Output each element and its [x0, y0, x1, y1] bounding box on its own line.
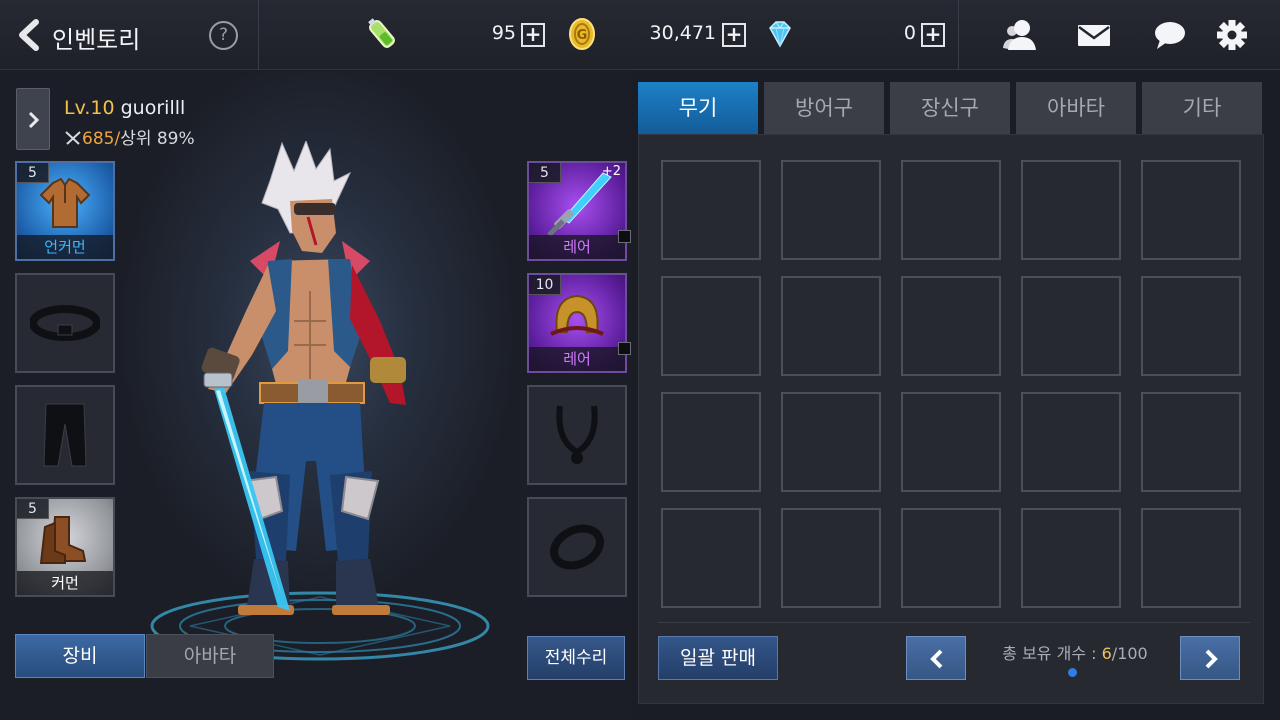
chevron-left-icon — [930, 649, 943, 669]
inventory-slot[interactable] — [1141, 392, 1241, 492]
character-figure — [201, 141, 406, 615]
inventory-slot[interactable] — [661, 392, 761, 492]
crossed-swords-icon — [65, 131, 81, 145]
stamina-value: 95 — [491, 22, 516, 44]
equipment-tab-button[interactable]: 장비 — [15, 634, 145, 678]
gold-value: 30,471 — [649, 22, 716, 44]
character-panel: Lv.10 guorilll 685/상위 89% 5 언커먼 5 커먼 5 +… — [0, 71, 632, 720]
inventory-slot[interactable] — [901, 160, 1001, 260]
power-value: 685/ — [82, 129, 121, 149]
page-indicator-dot — [1068, 668, 1077, 677]
inventory-slot[interactable] — [901, 276, 1001, 376]
power-rank: 상위 89% — [120, 129, 195, 149]
inventory-slot[interactable] — [1021, 392, 1121, 492]
item-grade: 커먼 — [17, 571, 113, 595]
divider — [658, 622, 1250, 623]
inventory-slot[interactable] — [901, 392, 1001, 492]
help-button[interactable]: ? — [209, 21, 238, 50]
inventory-slot[interactable] — [1141, 276, 1241, 376]
tab-accessory[interactable]: 장신구 — [890, 82, 1010, 134]
belt-icon — [30, 305, 100, 341]
inventory-slot[interactable] — [781, 508, 881, 608]
mail-icon[interactable] — [1076, 18, 1112, 52]
equip-slot-weapon[interactable]: 5 +2 레어 — [527, 161, 627, 261]
equip-slot-shoulder[interactable]: 10 레어 — [527, 273, 627, 373]
tab-armor[interactable]: 방어구 — [764, 82, 884, 134]
repair-all-button[interactable]: 전체수리 — [527, 636, 625, 680]
add-stamina-button[interactable]: + — [521, 23, 545, 47]
stamina-icon — [368, 18, 395, 48]
combat-power: 685/상위 89% — [64, 124, 195, 149]
inventory-slot[interactable] — [1021, 160, 1121, 260]
settings-icon[interactable] — [1214, 18, 1250, 52]
equip-slot-boots[interactable]: 5 커먼 — [15, 497, 115, 597]
shoulder-armor-icon — [550, 295, 604, 337]
equipped-marker — [618, 342, 631, 355]
expand-stats-button[interactable] — [16, 88, 50, 150]
inventory-slot[interactable] — [781, 160, 881, 260]
item-count-label: 총 보유 개수 : — [1002, 644, 1102, 663]
inventory-slot[interactable] — [1021, 276, 1121, 376]
character-level: Lv.10 — [64, 97, 115, 119]
inventory-slot[interactable] — [781, 276, 881, 376]
item-level-badge: 5 — [17, 499, 49, 519]
item-level-badge: 5 — [17, 163, 49, 183]
inventory-slot[interactable] — [1141, 508, 1241, 608]
back-arrow-icon[interactable] — [14, 18, 44, 52]
tab-weapon[interactable]: 무기 — [638, 82, 758, 134]
equip-slot-pants[interactable] — [15, 385, 115, 485]
inventory-tabs: 무기 방어구 장신구 아바타 기타 — [638, 82, 1264, 134]
friends-icon[interactable] — [1002, 18, 1038, 52]
prev-page-button[interactable] — [906, 636, 966, 680]
add-gem-button[interactable]: + — [921, 23, 945, 47]
item-count: 총 보유 개수 : 6/100 — [990, 640, 1160, 664]
item-level-badge: 10 — [529, 275, 561, 295]
next-page-button[interactable] — [1180, 636, 1240, 680]
gem-value: 0 — [903, 22, 916, 44]
item-level-badge: 5 — [529, 163, 561, 183]
chat-icon[interactable] — [1152, 18, 1188, 52]
diamond-icon — [769, 21, 791, 48]
ring-icon — [550, 524, 604, 570]
chevron-right-icon — [28, 111, 40, 129]
equip-slot-ring[interactable] — [527, 497, 627, 597]
chevron-right-icon — [1205, 649, 1218, 669]
inventory-slot[interactable] — [1021, 508, 1121, 608]
character-name: guorilll — [120, 97, 186, 119]
svg-text:G: G — [577, 28, 588, 43]
gold-coin-icon: G — [569, 18, 595, 50]
add-gold-button[interactable]: + — [722, 23, 746, 47]
divider — [258, 0, 259, 70]
top-bar: 인벤토리 ? 95 + G 30,471 + 0 + — [0, 0, 1280, 70]
equipped-marker — [618, 230, 631, 243]
divider — [958, 0, 959, 70]
tab-misc[interactable]: 기타 — [1142, 82, 1262, 134]
page-title: 인벤토리 — [52, 26, 141, 54]
inventory-slot[interactable] — [901, 508, 1001, 608]
pants-icon — [43, 403, 87, 467]
character-level-name: Lv.10 guorilll — [64, 97, 185, 119]
item-grade: 언커먼 — [17, 235, 113, 259]
equip-slot-necklace[interactable] — [527, 385, 627, 485]
inventory-slot[interactable] — [661, 276, 761, 376]
tab-avatar[interactable]: 아바타 — [1016, 82, 1136, 134]
inventory-slot[interactable] — [661, 160, 761, 260]
item-count-max: /100 — [1111, 644, 1148, 663]
inventory-slot[interactable] — [1141, 160, 1241, 260]
inventory-slot[interactable] — [661, 508, 761, 608]
item-grade: 레어 — [529, 235, 625, 259]
avatar-tab-button[interactable]: 아바타 — [146, 634, 274, 678]
boots-icon — [39, 516, 87, 565]
item-count-current: 6 — [1101, 644, 1112, 663]
equip-slot-belt[interactable] — [15, 273, 115, 373]
inventory-slot[interactable] — [781, 392, 881, 492]
necklace-icon — [556, 405, 598, 464]
equip-slot-top[interactable]: 5 언커먼 — [15, 161, 115, 261]
bulk-sell-button[interactable]: 일괄 판매 — [658, 636, 778, 680]
enhance-level: +2 — [601, 164, 621, 179]
item-grade: 레어 — [529, 347, 625, 371]
